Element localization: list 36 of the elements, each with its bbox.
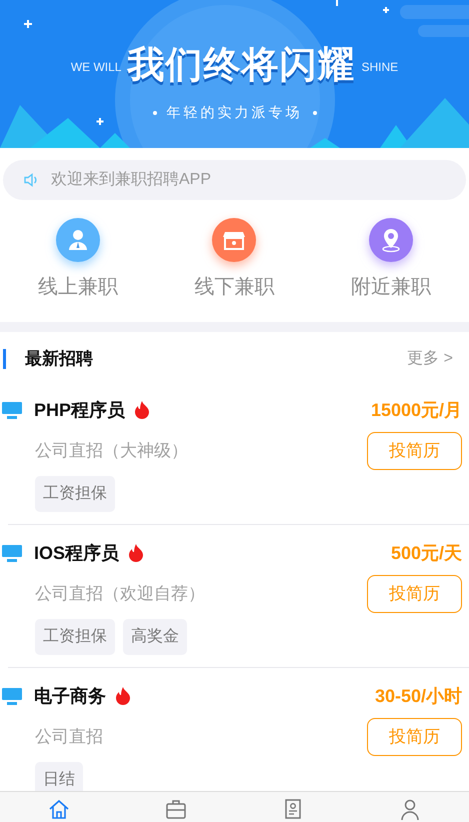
more-link[interactable]: 更多 > — [407, 347, 453, 371]
briefcase-tab-icon[interactable] — [164, 798, 187, 820]
apply-button[interactable]: 投简历 — [367, 575, 462, 613]
home-tab-icon[interactable] — [48, 798, 70, 820]
person-icon[interactable] — [56, 218, 100, 262]
category-label[interactable]: 线下兼职 — [194, 272, 274, 302]
apply-button[interactable]: 投简历 — [367, 432, 462, 470]
salary: 15000元/月 — [370, 398, 462, 422]
company-text: 公司直招 — [35, 726, 103, 748]
monitor-icon — [2, 402, 22, 418]
salary: 30-50/小时 — [374, 684, 462, 708]
salary: 500元/天 — [390, 542, 462, 564]
job-title[interactable]: 电子商务 — [34, 682, 106, 710]
tag: 工资担保 — [35, 476, 115, 512]
banner-caption: WE WILL — [70, 59, 122, 76]
tag: 日结 — [35, 762, 83, 791]
job-title[interactable]: PHP程序员 — [34, 396, 126, 424]
company-text: 公司直招（大神级） — [35, 440, 188, 462]
person-tab-icon[interactable] — [399, 798, 422, 820]
banner-subtitle: 年轻的实力派专场 — [166, 103, 302, 122]
apply-button[interactable]: 投简历 — [367, 718, 462, 756]
notice-text: 欢迎来到兼职招聘APP — [51, 170, 212, 190]
monitor-icon — [2, 688, 22, 704]
monitor-icon — [2, 544, 22, 562]
speaker-icon — [23, 172, 39, 188]
job-title[interactable]: IOS程序员 — [34, 540, 120, 566]
banner-caption: SHINE — [361, 59, 398, 76]
category-label[interactable]: 附近兼职 — [350, 272, 431, 302]
banner-title: 我们终将闪耀 — [127, 43, 356, 87]
category-label[interactable]: 线上兼职 — [38, 272, 118, 302]
store-icon[interactable] — [212, 218, 256, 262]
company-text: 公司直招（欢迎自荐） — [35, 583, 205, 606]
location-icon[interactable] — [368, 218, 413, 262]
tag: 高奖金 — [123, 619, 187, 655]
tag: 工资担保 — [35, 619, 115, 655]
section-title: 最新招聘 — [25, 348, 93, 370]
